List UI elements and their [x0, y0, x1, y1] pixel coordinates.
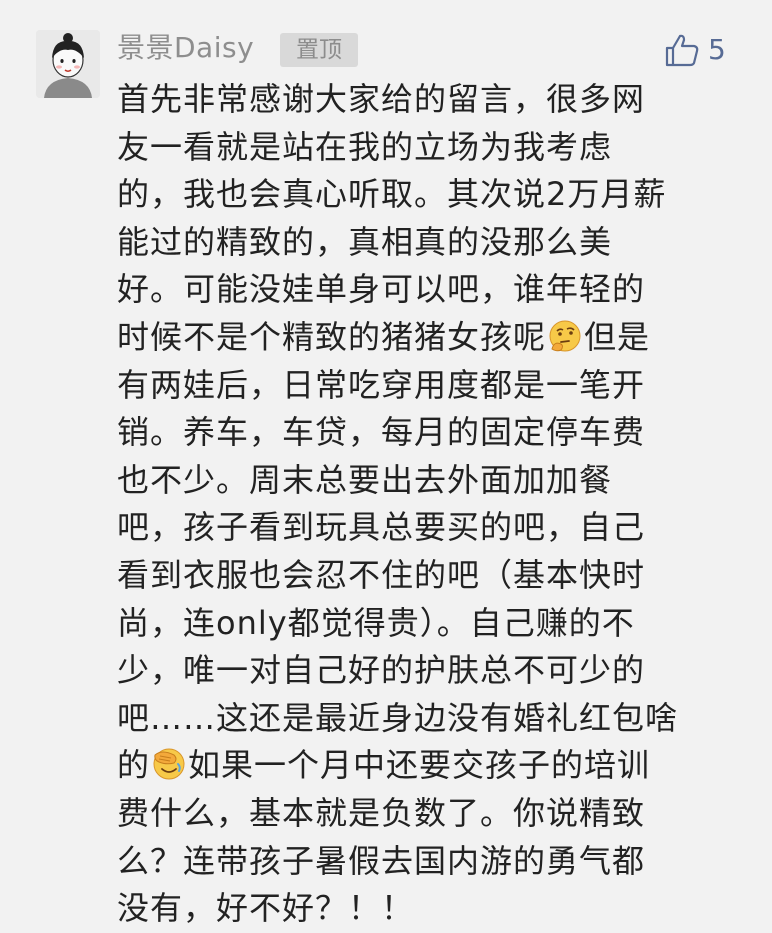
- comment-line: 也不少。周末总要出去外面加加餐: [117, 460, 613, 499]
- comment-line: 费什么，基本就是负数了。你说精致: [117, 793, 646, 832]
- comment-line: 没有，好不好？！！: [117, 889, 415, 928]
- comment-line: 能过的精致的，真相真的没那么美: [117, 222, 613, 261]
- comment-line: 尚，连only都觉得贵）。自己赚的不: [117, 603, 635, 642]
- username[interactable]: 景景Daisy: [117, 28, 254, 68]
- comment-line: 销。养车，车贷，每月的固定停车费: [117, 413, 646, 452]
- thinking-face-icon: [548, 319, 582, 353]
- comment-text: 首先非常感谢大家给的留言，很多网 友一看就是站在我的立场为我考虑的，我也会真心听取…: [117, 76, 727, 933]
- comment-line: 么？连带孩子暑假去国内游的勇气都: [117, 841, 646, 880]
- comment-line: 的，我也会真心听取。其次说2万月薪: [117, 175, 667, 214]
- comment-line: 的如果一个月中还要交孩子的培训: [117, 742, 727, 790]
- comment-line: 有两娃后，日常吃穿用度都是一笔开: [117, 365, 646, 404]
- comment-line: 少，唯一对自己好的护肤总不可少的: [117, 651, 646, 690]
- comment-line: 好。可能没娃单身可以吧，谁年轻的: [117, 270, 646, 309]
- thumbs-up-icon: [664, 32, 700, 68]
- comment-line: 友一看就是站在我的立场为我考虑: [117, 127, 613, 166]
- like-count: 5: [708, 33, 726, 66]
- like-button[interactable]: 5: [664, 30, 726, 70]
- face-palm-icon: [152, 747, 186, 781]
- comment-line-text: 如果一个月中还要交孩子的培训: [188, 746, 651, 785]
- comment-line: 时候不是个精致的猪猪女孩呢 但是: [117, 314, 727, 362]
- pinned-badge: 置顶: [280, 33, 358, 67]
- comment-line-text: 时候不是个精致的猪猪女孩呢: [117, 317, 547, 356]
- user-avatar[interactable]: [36, 30, 100, 98]
- comment-line: 看到衣服也会忍不住的吧（基本快时: [117, 555, 646, 594]
- comment-line: 吧，孩子看到玩具总要买的吧，自己: [117, 508, 646, 547]
- comment-line-text: 但是: [584, 317, 651, 356]
- comment-line: 首先非常感谢大家给的留言，很多网: [117, 80, 646, 118]
- comment-line: 吧……这还是最近身边没有婚礼红包啥: [117, 698, 679, 737]
- comment-line-text: 的: [117, 746, 151, 785]
